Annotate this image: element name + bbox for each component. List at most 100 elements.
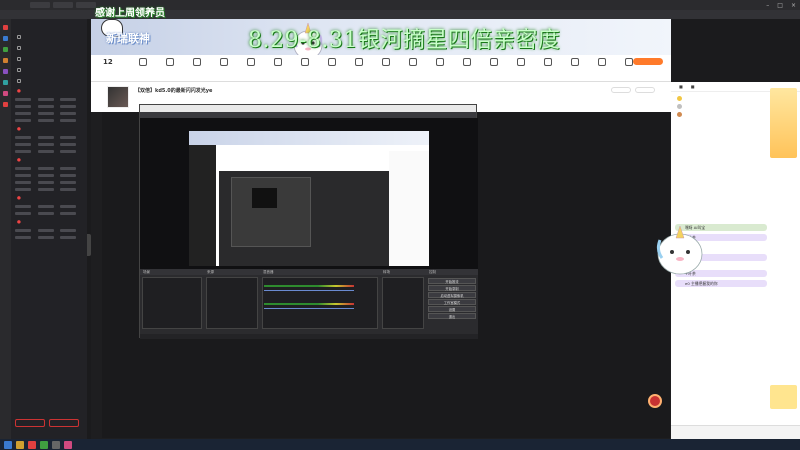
taskbar-app-icon[interactable] [52, 440, 60, 449]
close-icon[interactable]: × [791, 2, 796, 9]
sidebar-category[interactable] [15, 98, 31, 101]
sidebar-category[interactable] [60, 105, 77, 108]
sidebar-category[interactable] [60, 98, 77, 101]
sidebar-category[interactable] [60, 181, 77, 184]
sidebar-category[interactable] [60, 236, 77, 239]
volume-slider[interactable] [264, 290, 354, 292]
sidebar-category[interactable] [37, 174, 54, 177]
sidebar-category[interactable] [37, 229, 54, 232]
sidebar-category[interactable] [60, 119, 77, 122]
share-button[interactable] [611, 87, 631, 93]
browser-tab[interactable] [53, 2, 73, 8]
sidebar-category[interactable] [37, 212, 54, 215]
sidebar-category[interactable] [15, 136, 31, 139]
app-icon[interactable] [3, 36, 8, 41]
app-icon[interactable] [3, 69, 8, 74]
chat-tab-fans[interactable]: ■ [691, 84, 695, 89]
sidebar-category[interactable] [15, 143, 31, 146]
exit-button[interactable]: 退出 [428, 313, 476, 319]
sidebar-category[interactable] [15, 181, 31, 184]
nav-item[interactable] [291, 58, 318, 69]
taskbar-app-icon[interactable] [16, 440, 24, 449]
sidebar-bottom-button[interactable] [15, 419, 45, 427]
nav-item[interactable] [399, 58, 426, 69]
sidebar-category[interactable] [15, 212, 31, 215]
sidebar-item[interactable] [11, 53, 87, 64]
follow-button[interactable] [635, 87, 655, 93]
browser-tab[interactable] [30, 2, 50, 8]
nav-item[interactable] [534, 58, 561, 69]
promo-banner[interactable] [770, 88, 797, 158]
chat-input[interactable] [671, 425, 800, 439]
browser-tab[interactable] [76, 2, 96, 8]
sidebar-item[interactable] [11, 75, 87, 86]
nav-item[interactable] [507, 58, 534, 69]
sidebar-category[interactable] [37, 205, 54, 208]
start-recording-button[interactable]: 开始录制 [428, 285, 476, 291]
app-icon[interactable] [3, 58, 8, 63]
sidebar-category[interactable] [37, 150, 54, 153]
sidebar-category[interactable] [37, 136, 54, 139]
pc-client-button[interactable] [633, 58, 663, 65]
streamer-avatar[interactable] [107, 86, 129, 108]
sidebar-category[interactable] [37, 98, 54, 101]
sidebar-category[interactable] [60, 229, 77, 232]
nav-item[interactable] [237, 58, 264, 69]
sidebar-category[interactable] [15, 105, 31, 108]
sidebar-item[interactable] [11, 64, 87, 75]
source-row[interactable] [206, 300, 256, 306]
start-streaming-button[interactable]: 开始推流 [428, 278, 476, 284]
date-widget[interactable]: 12 [103, 58, 113, 66]
nav-item[interactable] [588, 58, 615, 69]
sidebar-category[interactable] [15, 174, 31, 177]
app-icon[interactable] [3, 91, 8, 96]
sidebar-category[interactable] [15, 119, 31, 122]
volume-slider[interactable] [264, 308, 354, 310]
sidebar-category[interactable] [60, 174, 77, 177]
sidebar-category[interactable] [60, 212, 77, 215]
sidebar-item[interactable] [11, 42, 87, 53]
taskbar-app-icon[interactable] [28, 440, 36, 449]
nav-item[interactable] [129, 58, 156, 69]
nav-item[interactable] [426, 58, 453, 69]
virtual-camera-button[interactable]: 启动虚拟摄像机 [428, 292, 476, 298]
nav-item[interactable] [480, 58, 507, 69]
scenes-list[interactable] [142, 277, 202, 329]
chat-tab-rank[interactable]: ■ [679, 84, 683, 89]
nav-item[interactable] [318, 58, 345, 69]
maximize-icon[interactable]: □ [777, 2, 783, 9]
sidebar-category[interactable] [37, 236, 54, 239]
sidebar-category[interactable] [60, 205, 77, 208]
source-row[interactable] [206, 307, 256, 313]
sidebar-category[interactable] [60, 150, 77, 153]
source-row[interactable] [206, 293, 256, 299]
sidebar-category[interactable] [37, 188, 54, 191]
sidebar-category[interactable] [15, 150, 31, 153]
obs-preview[interactable] [140, 118, 478, 269]
nav-item[interactable] [345, 58, 372, 69]
sidebar-category[interactable] [37, 143, 54, 146]
settings-button[interactable]: 设置 [428, 306, 476, 312]
sidebar-item[interactable] [11, 31, 87, 42]
sidebar-category[interactable] [60, 188, 77, 191]
sidebar-category[interactable] [15, 112, 31, 115]
sidebar-category[interactable] [15, 167, 31, 170]
sidebar-bottom-button[interactable] [49, 419, 79, 427]
sidebar-category[interactable] [15, 188, 31, 191]
sidebar-category[interactable] [37, 181, 54, 184]
source-row[interactable] [206, 279, 256, 285]
sidebar-category[interactable] [60, 143, 77, 146]
promo-banner-small[interactable] [770, 385, 797, 409]
sidebar-category[interactable] [37, 105, 54, 108]
minimize-icon[interactable]: – [766, 2, 769, 9]
app-icon[interactable] [3, 102, 8, 107]
sidebar-category[interactable] [15, 205, 31, 208]
nav-item[interactable] [372, 58, 399, 69]
gift-bubble-icon[interactable] [648, 394, 662, 408]
source-row[interactable] [206, 286, 256, 292]
nav-item[interactable] [156, 58, 183, 69]
app-icon[interactable] [3, 47, 8, 52]
taskbar-app-icon[interactable] [40, 440, 48, 449]
studio-mode-button[interactable]: 工作室模式 [428, 299, 476, 305]
sidebar-category[interactable] [15, 229, 31, 232]
